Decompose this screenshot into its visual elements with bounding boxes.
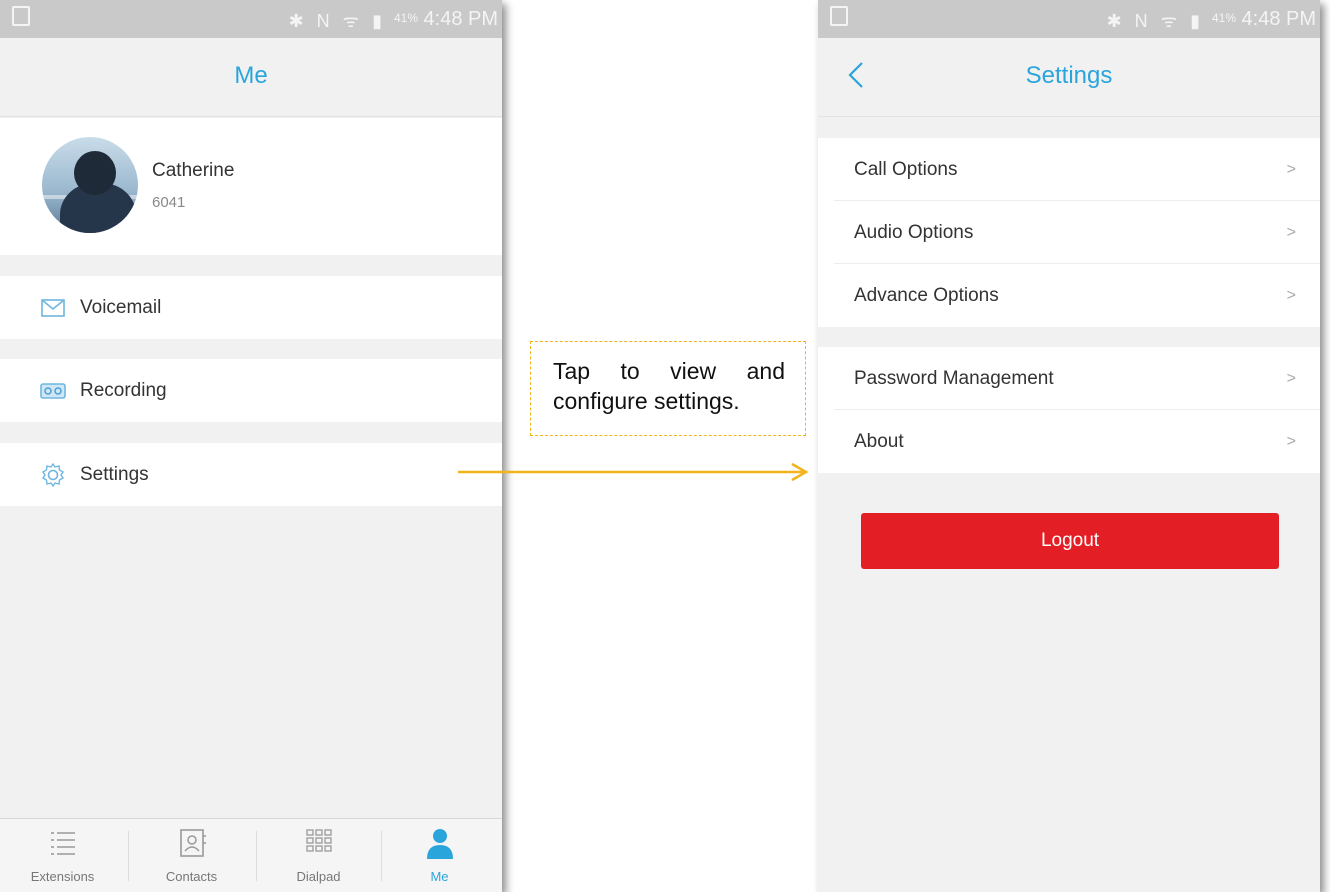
chevron-right-icon: > xyxy=(1286,160,1296,178)
gear-icon xyxy=(42,462,64,487)
status-icons: ✱ N ᯤ ▮ xyxy=(1106,11,1204,31)
settings-item-call-options[interactable]: Call Options > xyxy=(818,138,1320,201)
profile-name: Catherine xyxy=(152,160,235,181)
status-bar: ✱ N ᯤ ▮ 41% 4:48 PM xyxy=(0,0,502,38)
screenshot-notification-icon xyxy=(830,6,848,26)
nav-tab-contacts[interactable]: Contacts xyxy=(129,819,254,892)
callout-note: Tap to view and configure settings. xyxy=(530,341,806,436)
contacts-icon xyxy=(179,829,206,857)
nav-tab-extensions[interactable]: Extensions xyxy=(0,819,125,892)
title-bar: Settings xyxy=(818,38,1320,117)
callout-word: view xyxy=(670,358,717,384)
list-icon xyxy=(50,832,75,855)
settings-item-label: About xyxy=(854,430,904,452)
nav-label: Contacts xyxy=(165,869,218,884)
avatar[interactable] xyxy=(42,137,138,233)
pointer-arrow xyxy=(458,462,809,482)
callout-word: to xyxy=(620,358,640,384)
nav-tab-me[interactable]: Me xyxy=(377,819,502,892)
battery-level: 41% xyxy=(393,11,418,25)
callout-line-2: configure settings. xyxy=(553,388,740,414)
menu-item-settings[interactable]: Settings xyxy=(0,443,502,506)
person-icon xyxy=(426,829,453,859)
menu-item-label: Voicemail xyxy=(80,296,162,318)
chevron-right-icon: > xyxy=(1286,286,1296,304)
page-title: Settings xyxy=(1025,62,1113,89)
chevron-right-icon: > xyxy=(1286,223,1296,241)
envelope-icon xyxy=(41,298,65,317)
settings-screen: ✱ N ᯤ ▮ 41% 4:48 PM Settings Call Option… xyxy=(818,0,1320,892)
menu-item-label: Recording xyxy=(80,379,167,401)
settings-item-label: Audio Options xyxy=(854,221,974,243)
chevron-right-icon: > xyxy=(1286,432,1296,450)
callout-word: and xyxy=(746,358,785,384)
settings-item-about[interactable]: About > xyxy=(818,410,1320,473)
menu-item-recording[interactable]: Recording xyxy=(0,359,502,422)
page-title: Me xyxy=(234,62,268,89)
logout-button[interactable]: Logout xyxy=(861,513,1279,569)
settings-item-label: Advance Options xyxy=(854,284,999,306)
settings-item-label: Call Options xyxy=(854,158,958,180)
chevron-right-icon: > xyxy=(1286,369,1296,387)
title-bar: Me xyxy=(0,38,502,117)
battery-level: 41% xyxy=(1211,11,1236,25)
settings-item-label: Password Management xyxy=(854,367,1054,389)
status-icons: ✱ N ᯤ ▮ xyxy=(288,11,386,31)
profile-extension: 6041 xyxy=(152,194,186,211)
nav-label: Me xyxy=(430,869,449,884)
status-bar: ✱ N ᯤ ▮ 41% 4:48 PM xyxy=(818,0,1320,38)
tape-icon xyxy=(40,382,66,399)
screenshot-notification-icon xyxy=(12,6,30,26)
dialpad-icon xyxy=(305,829,332,852)
nav-label: Extensions xyxy=(30,869,95,884)
bottom-nav: Extensions Contacts Dialpad Me xyxy=(0,818,502,892)
menu-item-voicemail[interactable]: Voicemail xyxy=(0,276,502,339)
settings-item-advance-options[interactable]: Advance Options > xyxy=(818,264,1320,327)
menu-item-label: Settings xyxy=(80,463,149,485)
me-screen: ✱ N ᯤ ▮ 41% 4:48 PM Me Catherine 6041 Vo… xyxy=(0,0,502,892)
nav-label: Dialpad xyxy=(296,869,341,884)
settings-item-password-management[interactable]: Password Management > xyxy=(818,347,1320,410)
nav-tab-dialpad[interactable]: Dialpad xyxy=(256,819,381,892)
callout-word: Tap xyxy=(553,358,591,384)
settings-item-audio-options[interactable]: Audio Options > xyxy=(818,201,1320,264)
status-time: 4:48 PM xyxy=(423,8,498,30)
status-time: 4:48 PM xyxy=(1241,8,1316,30)
